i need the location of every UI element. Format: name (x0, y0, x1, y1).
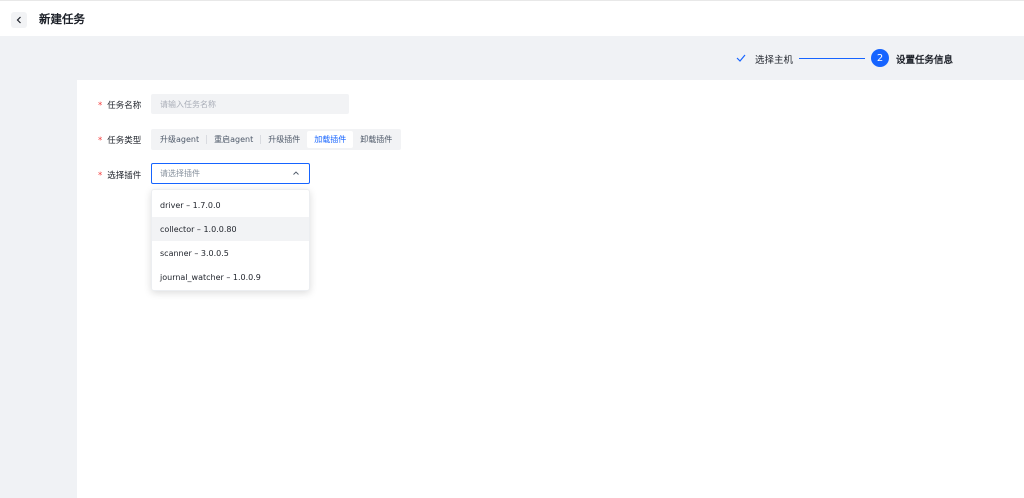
step-select-host[interactable]: 选择主机 (755, 52, 793, 66)
back-button[interactable] (11, 12, 27, 28)
tab-upgrade-agent[interactable]: 升级agent (153, 131, 206, 148)
plugin-dropdown: driver – 1.7.0.0 collector – 1.0.0.80 sc… (151, 189, 310, 291)
plugin-option-journal-watcher[interactable]: journal_watcher – 1.0.0.9 (152, 265, 309, 289)
chevron-left-icon (16, 16, 21, 24)
required-mark: * (98, 171, 103, 181)
task-name-label: * 任务名称 (98, 101, 142, 111)
plugin-option-collector[interactable]: collector – 1.0.0.80 (152, 217, 309, 241)
plugin-option-driver[interactable]: driver – 1.7.0.0 (152, 193, 309, 217)
tab-upgrade-plugin[interactable]: 升级插件 (261, 131, 307, 148)
plugin-select[interactable]: 请选择插件 (151, 163, 310, 184)
required-mark: * (98, 136, 103, 146)
tab-load-plugin[interactable]: 加载插件 (307, 131, 354, 148)
task-name-input[interactable]: 请输入任务名称 (151, 94, 349, 114)
plugin-option-scanner[interactable]: scanner – 3.0.0.5 (152, 241, 309, 265)
plugin-label: * 选择插件 (98, 171, 142, 181)
page-header: 新建任务 (0, 0, 1024, 36)
task-type-segmented: 升级agent 重启agent 升级插件 加载插件 卸载插件 (151, 129, 402, 150)
tab-uninstall-plugin[interactable]: 卸载插件 (353, 131, 399, 148)
step-connector (799, 58, 865, 59)
plugin-select-placeholder: 请选择插件 (160, 169, 200, 178)
check-icon (736, 54, 746, 62)
step-set-task-info: 设置任务信息 (896, 55, 954, 66)
page-title: 新建任务 (39, 12, 85, 26)
task-type-label: * 任务类型 (98, 136, 142, 146)
required-mark: * (98, 101, 103, 111)
tab-restart-agent[interactable]: 重启agent (207, 131, 260, 148)
step-number-badge: 2 (871, 49, 889, 67)
chevron-up-icon (293, 171, 299, 175)
